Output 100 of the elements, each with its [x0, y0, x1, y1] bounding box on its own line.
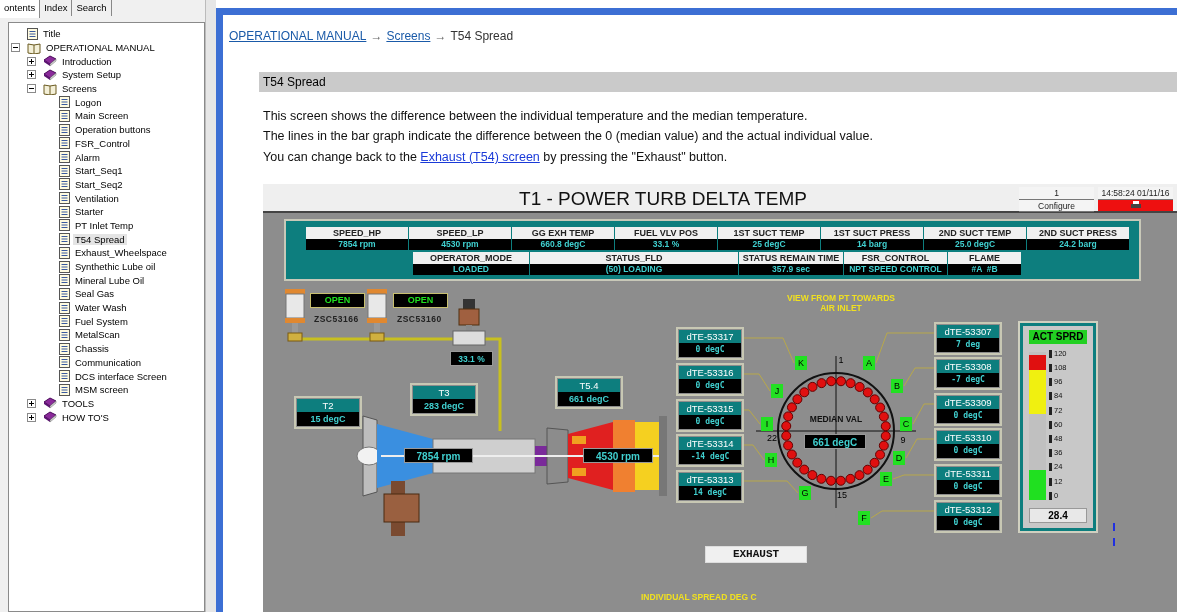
page-icon — [59, 96, 70, 109]
tree-item[interactable]: Alarm — [73, 151, 102, 163]
expand-icon[interactable] — [27, 412, 36, 422]
leader-line — [875, 332, 935, 364]
readout-label: SPEED_LP — [409, 226, 511, 239]
page-icon — [59, 356, 70, 369]
readout-label: 2ND SUCT TEMP — [924, 226, 1026, 239]
leader-line — [743, 444, 765, 461]
breadcrumb-current: T54 Spread — [450, 29, 514, 43]
tree-item[interactable]: Ventilation — [73, 192, 121, 204]
readout-value: 25.0 degC — [924, 238, 1026, 250]
position-tag: G — [799, 485, 811, 500]
tree-item[interactable]: MSM screen — [73, 384, 131, 396]
tree-item[interactable]: Start_Seq2 — [73, 178, 125, 190]
page-icon — [59, 219, 70, 232]
tree-item[interactable]: HOW TO'S — [60, 411, 111, 423]
tree-item[interactable]: Main Screen — [73, 110, 131, 122]
ring-position-label: 9 — [899, 434, 907, 445]
page-icon — [59, 233, 70, 246]
sensor-tag: dTE-53307 — [937, 324, 999, 338]
printer-icon — [1130, 201, 1141, 210]
tree-item[interactable]: Chassis — [73, 343, 111, 355]
leader-line — [892, 474, 935, 480]
tree-item[interactable]: OPERATIONAL MANUAL — [44, 42, 157, 54]
readout-value: 4530 rpm — [409, 238, 511, 250]
readout-label: FUEL VLV POS — [615, 226, 717, 239]
tree-item[interactable]: Synthethic Lube oil — [73, 261, 158, 273]
sensor-tag: dTE-53316 — [679, 365, 741, 379]
tree-item[interactable]: Operation buttons — [73, 124, 153, 136]
tree-item[interactable]: Title — [41, 28, 63, 40]
page-icon — [59, 205, 70, 218]
tree-item[interactable]: Screens — [60, 83, 99, 95]
page-icon — [59, 383, 70, 396]
leader-line — [870, 510, 935, 519]
readout-value: 33.1 % — [615, 238, 717, 250]
meter-title: ACT SPRD — [1029, 329, 1087, 344]
readout-value: 25 degC — [718, 238, 820, 250]
readout-value: 7854 rpm — [306, 238, 408, 250]
tree-item[interactable]: System Setup — [60, 69, 124, 81]
tree-item[interactable]: MetalScan — [73, 329, 122, 341]
breadcrumb-link[interactable]: OPERATIONAL MANUAL — [229, 29, 367, 43]
footer-caption: INDIVIDUAL SPREAD DEG C — [641, 591, 757, 602]
expand-icon[interactable] — [27, 398, 36, 408]
tree-item[interactable]: DCS interface Screen — [73, 370, 169, 382]
tree-item[interactable]: Introduction — [60, 55, 114, 67]
valve-drawing — [367, 288, 387, 342]
tree-item[interactable]: FSR_Control — [73, 137, 132, 149]
ring-position-label: 22 — [766, 432, 778, 443]
sidebar-tab[interactable]: ontents — [0, 0, 41, 18]
page-icon — [59, 260, 70, 273]
paragraph: This screen shows the difference between the individual temperature and the median temperature. — [263, 108, 809, 125]
leader-line — [743, 480, 799, 494]
collapse-icon[interactable] — [27, 84, 36, 94]
page-icon — [59, 370, 70, 383]
leader-line — [743, 373, 771, 392]
control-valve-drawing — [452, 298, 486, 346]
warning-band — [1029, 369, 1046, 415]
valve-tag: ZSC53166 — [314, 313, 359, 324]
leader-line — [912, 403, 935, 425]
screen-link[interactable]: Exhaust (T54) screen — [420, 149, 540, 164]
collapse-icon[interactable] — [11, 43, 20, 53]
breadcrumb-separator: → — [434, 29, 447, 43]
breadcrumb-link[interactable]: Screens — [386, 29, 431, 43]
tree-item[interactable]: Seal Gas — [73, 288, 117, 300]
readout-value: 24.2 barg — [1027, 238, 1129, 250]
readout-label: OPERATOR_MODE — [413, 251, 529, 264]
page-icon — [59, 315, 70, 328]
tree-item[interactable]: Fuel System — [73, 315, 130, 327]
ring-position-label: 1 — [837, 354, 845, 365]
page-icon — [27, 27, 38, 40]
expand-icon[interactable] — [27, 70, 36, 80]
valve-status: OPEN — [393, 292, 448, 308]
expand-icon[interactable] — [27, 56, 36, 66]
paragraph: You can change back to the Exhaust (T54) screen by pressing the "Exhaust" button. — [263, 148, 729, 166]
sensor-tag: dTE-53313 — [679, 472, 741, 486]
tree-item[interactable]: PT Inlet Temp — [73, 219, 136, 231]
exhaust-button[interactable]: EXHAUST — [705, 545, 807, 563]
tree-item[interactable]: Starter — [73, 206, 106, 218]
tree-item[interactable]: Communication — [73, 356, 143, 368]
sensor-tag: dTE-53310 — [937, 430, 999, 444]
tree-item[interactable]: T54 Spread — [73, 233, 127, 245]
readout-value: (50) LOADING — [530, 263, 738, 275]
temperature-label: T3 — [413, 385, 475, 399]
readout-label: STATUS_FLD — [530, 251, 738, 264]
book-icon — [43, 411, 57, 424]
tree-item[interactable]: Logon — [73, 96, 104, 108]
readout-value: LOADED — [413, 263, 529, 275]
tree-item[interactable]: Start_Seq1 — [73, 165, 125, 177]
readout-value: 14 barg — [821, 238, 923, 250]
position-tag: D — [893, 450, 905, 465]
position-tag: B — [891, 378, 903, 393]
tree-item[interactable]: Mineral Lube Oil — [73, 274, 147, 286]
ring-position-label: 15 — [836, 489, 848, 500]
tree-item[interactable]: TOOLS — [60, 397, 97, 409]
readout-value: NPT SPEED CONTROL — [844, 263, 947, 275]
page-icon — [59, 109, 70, 122]
gearbox-drawing — [383, 480, 420, 536]
tree-item[interactable]: Water Wash — [73, 302, 129, 314]
readout-label: 1ST SUCT TEMP — [718, 226, 820, 239]
tree-item[interactable]: Exhaust_Wheelspace — [73, 247, 169, 259]
